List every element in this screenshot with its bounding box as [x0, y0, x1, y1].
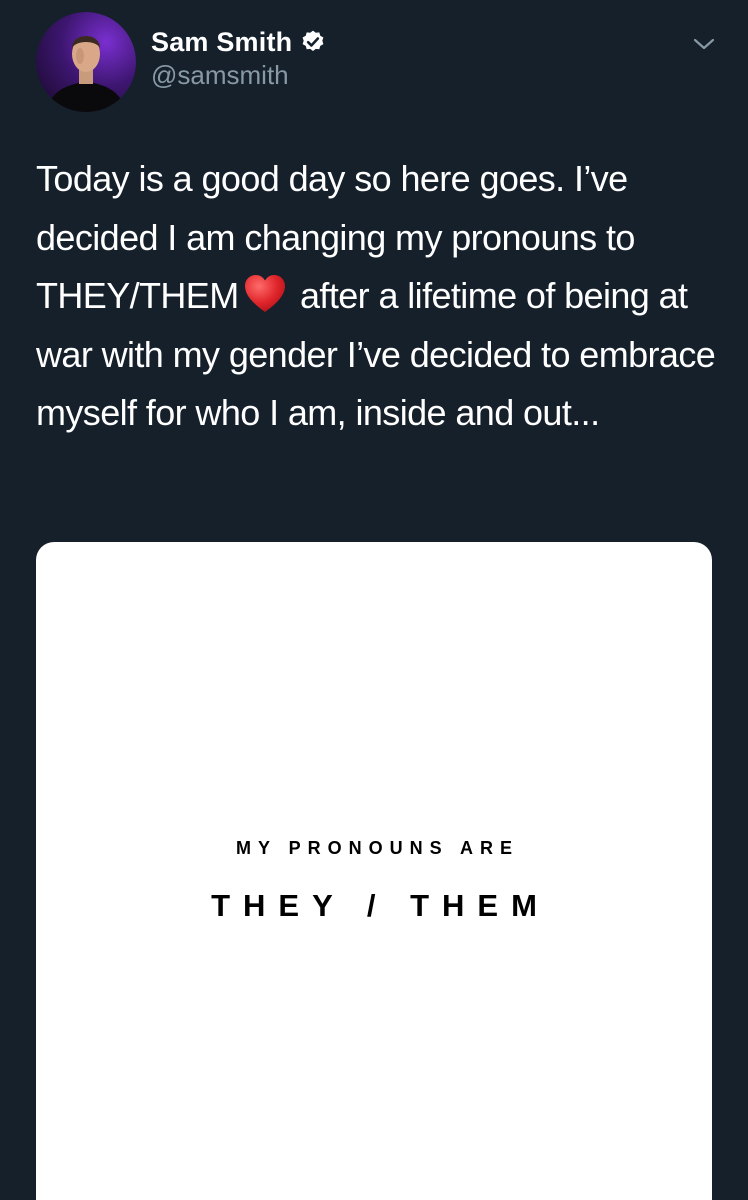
- author-name-row[interactable]: Sam Smith: [151, 24, 326, 60]
- author-display-name[interactable]: Sam Smith: [151, 27, 292, 58]
- verified-badge-icon: [302, 30, 324, 51]
- media-title: THEY / THEM: [211, 888, 550, 923]
- tweet-text: Today is a good day so here goes. I’ve d…: [36, 150, 726, 443]
- red-heart-icon: [244, 275, 285, 312]
- media-subtitle: MY PRONOUNS ARE: [235, 838, 520, 858]
- avatar[interactable]: [36, 12, 136, 112]
- profile-photo-icon: [46, 36, 126, 112]
- chevron-down-icon[interactable]: [690, 34, 718, 54]
- tweet: Sam Smith @samsmith Today is a good day …: [0, 0, 748, 1200]
- tweet-media-image[interactable]: MY PRONOUNS ARE THEY / THEM: [36, 542, 712, 1200]
- author-handle[interactable]: @samsmith: [151, 60, 289, 91]
